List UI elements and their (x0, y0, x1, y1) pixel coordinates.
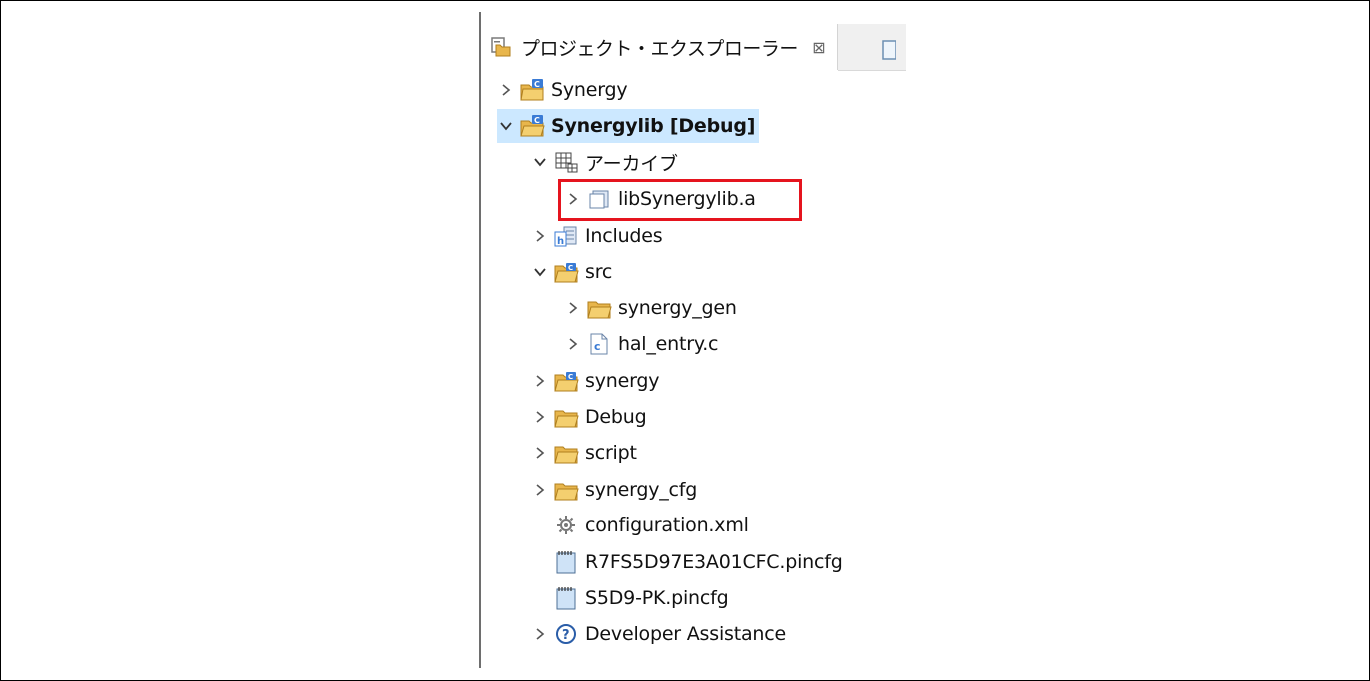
view-left-edge (479, 12, 481, 668)
folder-icon (553, 478, 579, 502)
tree-item-label: synergy_gen (618, 297, 737, 319)
tree-item[interactable]: Debug (531, 400, 647, 434)
svg-text:?: ? (562, 628, 570, 643)
tree-item-label: S5D9-PK.pincfg (585, 587, 729, 609)
source-folder-icon: C (553, 369, 579, 393)
chevron-down-icon[interactable] (531, 153, 549, 171)
tab-title: プロジェクト・エクスプローラー (521, 37, 798, 60)
project-explorer-icon (489, 35, 515, 59)
tree-item[interactable]: synergy_gen (564, 291, 737, 325)
tree-item[interactable]: configuration.xml (531, 508, 749, 542)
chevron-right-icon[interactable] (564, 335, 582, 353)
svg-text:C: C (568, 373, 573, 381)
chevron-right-icon[interactable] (531, 481, 549, 499)
tree-item-label: アーカイブ (585, 152, 678, 175)
chevron-down-icon[interactable] (497, 117, 515, 135)
tree-item-label: R7FS5D97E3A01CFC.pincfg (585, 551, 843, 573)
chevron-down-icon[interactable] (531, 263, 549, 281)
svg-text:C: C (534, 80, 540, 89)
tree-item-label: configuration.xml (585, 514, 749, 536)
c-project-open-icon: C (519, 114, 545, 138)
view-tab-bar: プロジェクト・エクスプローラー ⊠ (481, 24, 906, 71)
tree-item-label: script (585, 442, 637, 464)
tree-item[interactable]: アーカイブ (531, 145, 678, 179)
tree-item[interactable]: Csynergy (531, 364, 659, 398)
chevron-right-icon[interactable] (564, 299, 582, 317)
svg-text:h: h (557, 236, 564, 247)
archives-icon (553, 150, 579, 174)
chevron-right-icon[interactable] (497, 81, 515, 99)
tree-item-label: Includes (585, 225, 663, 247)
tree-item-label: hal_entry.c (618, 333, 719, 355)
chevron-right-icon[interactable] (531, 625, 549, 643)
svg-text:C: C (568, 264, 573, 272)
source-folder-icon: C (553, 260, 579, 284)
tree-item[interactable]: c hal_entry.c (564, 327, 718, 361)
folder-icon (553, 405, 579, 429)
tree-item-label: Debug (585, 406, 647, 428)
tree-item[interactable]: h Includes (531, 219, 663, 253)
tree-item-label: Synergy (551, 79, 628, 101)
tree-item-label: synergy (585, 370, 660, 392)
tree-item[interactable]: R7FS5D97E3A01CFC.pincfg (531, 545, 843, 579)
tab-minimized-view[interactable] (838, 24, 906, 71)
chevron-right-icon[interactable] (531, 444, 549, 462)
highlight-annotation-box (558, 179, 802, 221)
tree-item-label: Synergylib [Debug] (551, 115, 756, 137)
tab-project-explorer[interactable]: プロジェクト・エクスプローラー ⊠ (481, 24, 838, 70)
tree-item[interactable]: ? Developer Assistance (531, 617, 786, 651)
c-file-icon: c (586, 332, 612, 356)
view-icon (876, 38, 902, 62)
tree-item[interactable]: Csrc (531, 255, 612, 289)
help-icon: ? (553, 622, 579, 646)
svg-text:c: c (594, 340, 601, 353)
chevron-right-icon[interactable] (531, 227, 549, 245)
notepad-icon (553, 586, 579, 610)
tree-item[interactable]: C Synergy (497, 73, 628, 107)
tree-item[interactable]: S5D9-PK.pincfg (531, 581, 729, 615)
notepad-icon (553, 550, 579, 574)
includes-icon: h (553, 224, 579, 248)
tree-item-label: src (585, 261, 613, 283)
tree-item-label: synergy_cfg (585, 479, 698, 501)
folder-icon (553, 441, 579, 465)
close-icon[interactable]: ⊠ (810, 38, 828, 57)
svg-text:C: C (534, 116, 540, 125)
gear-icon (553, 513, 579, 537)
tree-item[interactable]: C Synergylib [Debug] (497, 109, 760, 143)
chevron-right-icon[interactable] (531, 372, 549, 390)
tree-item-label: Developer Assistance (585, 623, 787, 645)
tree-item[interactable]: script (531, 436, 637, 470)
c-project-icon: C (519, 78, 545, 102)
chevron-right-icon[interactable] (531, 408, 549, 426)
folder-icon (586, 296, 612, 320)
tree-item[interactable]: synergy_cfg (531, 473, 697, 507)
